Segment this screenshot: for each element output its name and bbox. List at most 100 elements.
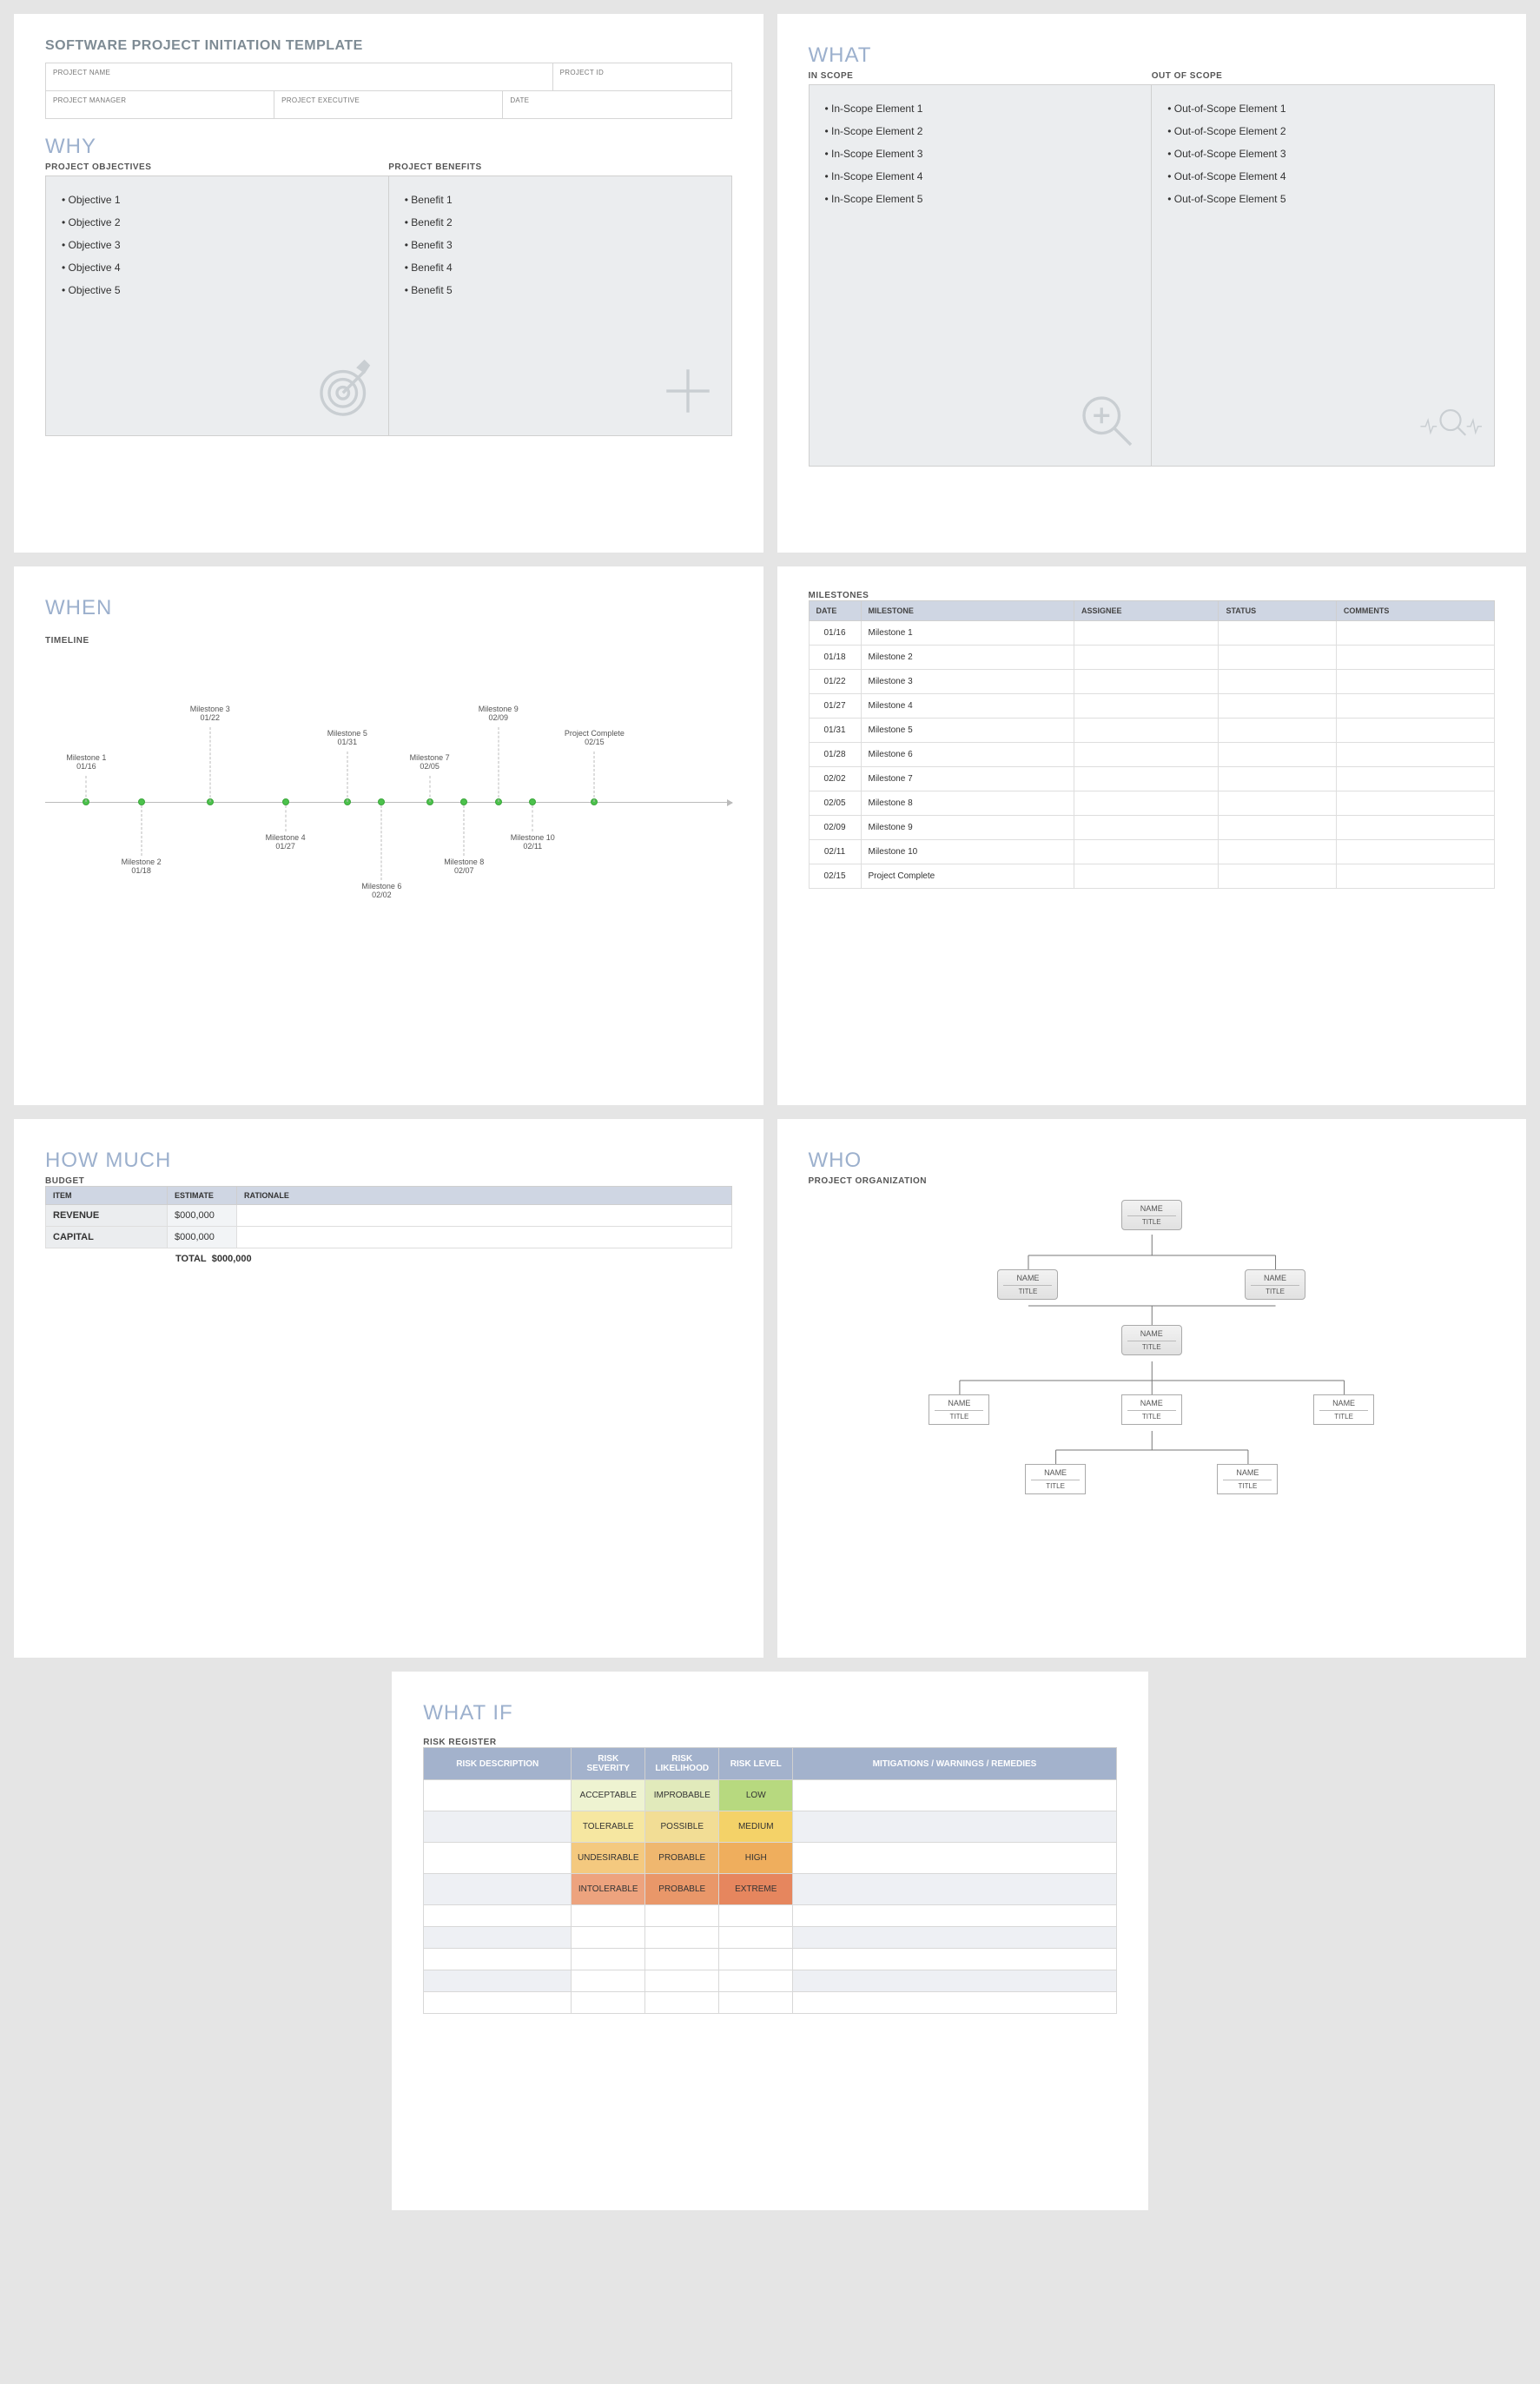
timeline-chart: Milestone 101/16Milestone 201/18Mileston…: [45, 672, 732, 932]
outscope-label: OUT OF SCOPE: [1152, 71, 1495, 81]
objectives-box: Objective 1Objective 2Objective 3Objecti…: [45, 175, 389, 436]
list-item: Out-of-Scope Element 5: [1167, 188, 1478, 210]
timeline-tick: [378, 798, 385, 805]
col-risk-level: RISK LEVEL: [719, 1748, 793, 1780]
col-assignee: ASSIGNEE: [1074, 601, 1219, 621]
table-row: [424, 1927, 1117, 1949]
list-item: Benefit 3: [405, 234, 716, 256]
list-item: Objective 3: [62, 234, 373, 256]
table-row: INTOLERABLEPROBABLEEXTREME: [424, 1874, 1117, 1905]
col-comments: COMMENTS: [1336, 601, 1494, 621]
org-node: NAMETITLE: [1121, 1394, 1182, 1425]
page-when: WHEN TIMELINE Milestone 101/16Milestone …: [14, 566, 763, 1105]
timeline-tick: [529, 798, 536, 805]
list-item: Objective 2: [62, 211, 373, 234]
list-item: Benefit 2: [405, 211, 716, 234]
table-row: 02/05Milestone 8: [809, 791, 1495, 816]
field-project-manager[interactable]: PROJECT MANAGER: [46, 91, 274, 118]
list-item: In-Scope Element 1: [825, 97, 1136, 120]
list-item: In-Scope Element 5: [825, 188, 1136, 210]
howmuch-heading: HOW MUCH: [45, 1149, 732, 1173]
col-date: DATE: [809, 601, 861, 621]
org-chart: NAMETITLE NAMETITLE NAMETITLE NAMETITLE …: [809, 1195, 1496, 1560]
timeline-stem: [464, 805, 465, 856]
table-row: 01/16Milestone 1: [809, 621, 1495, 646]
table-row: 02/02Milestone 7: [809, 767, 1495, 791]
timeline-stem: [381, 805, 382, 880]
col-risk-severity: RISK SEVERITY: [572, 1748, 645, 1780]
header-row-1: PROJECT NAME PROJECT ID: [45, 63, 732, 91]
col-status: STATUS: [1219, 601, 1336, 621]
list-item: Out-of-Scope Element 1: [1167, 97, 1478, 120]
risk-register-label: RISK REGISTER: [423, 1738, 1117, 1747]
timeline-stem: [498, 727, 499, 802]
list-item: In-Scope Element 3: [825, 142, 1136, 165]
list-item: Benefit 1: [405, 189, 716, 211]
timeline-label: Milestone 902/09: [464, 705, 533, 722]
table-row: ACCEPTABLEIMPROBABLELOW: [424, 1780, 1117, 1811]
table-row: 02/09Milestone 9: [809, 816, 1495, 840]
table-row: 01/22Milestone 3: [809, 670, 1495, 694]
timeline-label: Milestone 201/18: [107, 858, 176, 875]
col-risk-desc: RISK DESCRIPTION: [424, 1748, 572, 1780]
what-heading: WHAT: [809, 43, 1496, 68]
timeline-label: Milestone 501/31: [313, 729, 382, 746]
timeline-label: Milestone 802/07: [429, 858, 499, 875]
org-node: NAMETITLE: [1121, 1200, 1182, 1230]
outscope-box: Out-of-Scope Element 1Out-of-Scope Eleme…: [1152, 84, 1495, 467]
timeline-label: Milestone 702/05: [395, 753, 465, 771]
whatif-heading: WHAT IF: [423, 1701, 1117, 1725]
table-row: 02/11Milestone 10: [809, 840, 1495, 864]
col-milestone: MILESTONE: [861, 601, 1074, 621]
table-row: UNDESIRABLEPROBABLEHIGH: [424, 1843, 1117, 1874]
plus-icon: [657, 360, 719, 427]
page-milestones: MILESTONES DATE MILESTONE ASSIGNEE STATU…: [777, 566, 1527, 1105]
milestones-table: DATE MILESTONE ASSIGNEE STATUS COMMENTS …: [809, 600, 1496, 889]
org-node: NAMETITLE: [997, 1269, 1058, 1300]
list-item: In-Scope Element 2: [825, 120, 1136, 142]
col-item: ITEM: [46, 1187, 168, 1205]
why-heading: WHY: [45, 135, 732, 159]
milestones-label: MILESTONES: [809, 591, 1496, 600]
timeline-stem: [532, 805, 533, 831]
field-project-executive[interactable]: PROJECT EXECUTIVE: [274, 91, 503, 118]
page-what: WHAT IN SCOPE OUT OF SCOPE In-Scope Elem…: [777, 14, 1527, 553]
field-project-name[interactable]: PROJECT NAME: [46, 63, 553, 90]
page-howmuch: HOW MUCH BUDGET ITEM ESTIMATE RATIONALE …: [14, 1119, 763, 1658]
timeline-tick: [138, 798, 145, 805]
timeline-stem: [141, 805, 142, 856]
timeline-label: Milestone 1002/11: [498, 833, 567, 851]
inscope-box: In-Scope Element 1In-Scope Element 2In-S…: [809, 84, 1153, 467]
pulse-magnify-icon: [1419, 390, 1482, 457]
page-who: WHO PROJECT ORGANIZATION NAMETITLE NAMET…: [777, 1119, 1527, 1658]
field-date[interactable]: DATE: [503, 91, 730, 118]
timeline-tick: [282, 798, 289, 805]
timeline-tick: [460, 798, 467, 805]
timeline-axis: [45, 802, 732, 803]
header-row-2: PROJECT MANAGER PROJECT EXECUTIVE DATE: [45, 91, 732, 119]
list-item: In-Scope Element 4: [825, 165, 1136, 188]
when-heading: WHEN: [45, 596, 732, 620]
table-row: CAPITAL$000,000: [46, 1227, 732, 1248]
org-node: NAMETITLE: [1025, 1464, 1086, 1494]
target-icon: [314, 360, 376, 427]
page-whatif: WHAT IF RISK REGISTER RISK DESCRIPTION R…: [392, 1672, 1148, 2210]
col-estimate: ESTIMATE: [168, 1187, 237, 1205]
list-item: Out-of-Scope Element 2: [1167, 120, 1478, 142]
table-row: [424, 1905, 1117, 1927]
list-item: Objective 1: [62, 189, 373, 211]
org-node: NAMETITLE: [1217, 1464, 1278, 1494]
field-project-id[interactable]: PROJECT ID: [553, 63, 731, 90]
objectives-label: PROJECT OBJECTIVES: [45, 162, 388, 172]
page-why: SOFTWARE PROJECT INITIATION TEMPLATE PRO…: [14, 14, 763, 553]
list-item: Objective 4: [62, 256, 373, 279]
table-row: 02/15Project Complete: [809, 864, 1495, 889]
col-rationale: RATIONALE: [237, 1187, 732, 1205]
list-item: Objective 5: [62, 279, 373, 301]
col-risk-likelihood: RISK LIKELIHOOD: [645, 1748, 719, 1780]
timeline-label: Milestone 602/02: [347, 882, 416, 899]
timeline-stem: [86, 776, 87, 802]
budget-label: BUDGET: [45, 1176, 732, 1186]
timeline-label: Milestone 301/22: [175, 705, 245, 722]
who-heading: WHO: [809, 1149, 1496, 1173]
